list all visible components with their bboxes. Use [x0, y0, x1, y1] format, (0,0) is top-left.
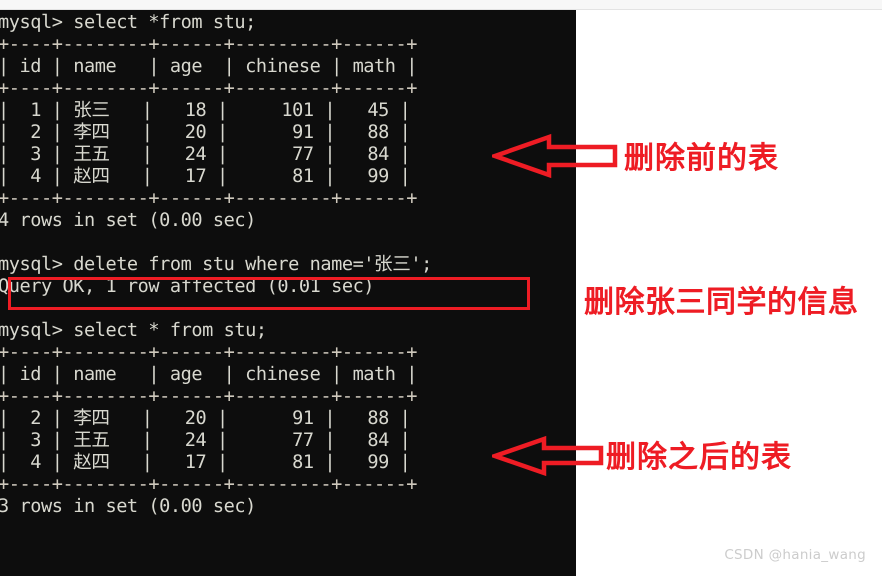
- result-status-after: 3 rows in set (0.00 sec): [0, 496, 256, 517]
- table-border-top: +----+--------+------+---------+------+: [0, 342, 418, 363]
- delete-result-line: Query OK, 1 row affected (0.01 sec): [0, 276, 375, 297]
- delete-command-line: mysql> delete from stu where name='张三';: [0, 254, 432, 275]
- annotation-delete-statement: 删除张三同学的信息: [584, 285, 859, 320]
- csdn-watermark: CSDN @hania_wang: [724, 547, 866, 563]
- terminal-line: mysql> select *from stu;: [0, 12, 256, 33]
- table-header-row: | id | name | age | chinese | math |: [0, 56, 418, 77]
- table-row: | 3 | 王五 | 24 | 77 | 84 |: [0, 430, 411, 451]
- window-title-bar-edge: [0, 0, 882, 10]
- table-border-bottom: +----+--------+------+---------+------+: [0, 474, 418, 495]
- table-row: | 2 | 李四 | 20 | 91 | 88 |: [0, 408, 411, 429]
- arrow-left-icon-after-table: [492, 435, 604, 477]
- terminal-window[interactable]: mysql> select *from stu; +----+--------+…: [0, 10, 576, 576]
- table-border-bottom: +----+--------+------+---------+------+: [0, 188, 418, 209]
- table-border-mid: +----+--------+------+---------+------+: [0, 386, 418, 407]
- table-header-row: | id | name | age | chinese | math |: [0, 364, 418, 385]
- result-status-before: 4 rows in set (0.00 sec): [0, 210, 256, 231]
- arrow-left-icon-before-table: [492, 133, 618, 179]
- annotation-after-table: 删除之后的表: [606, 440, 792, 475]
- table-row: | 4 | 赵四 | 17 | 81 | 99 |: [0, 166, 411, 187]
- terminal-line: mysql> select * from stu;: [0, 320, 267, 341]
- table-row: | 3 | 王五 | 24 | 77 | 84 |: [0, 144, 411, 165]
- terminal-output: mysql> select *from stu; +----+--------+…: [0, 12, 576, 518]
- table-border-top: +----+--------+------+---------+------+: [0, 34, 418, 55]
- table-row: | 1 | 张三 | 18 | 101 | 45 |: [0, 100, 411, 121]
- table-border-mid: +----+--------+------+---------+------+: [0, 78, 418, 99]
- table-row: | 4 | 赵四 | 17 | 81 | 99 |: [0, 452, 411, 473]
- table-row: | 2 | 李四 | 20 | 91 | 88 |: [0, 122, 411, 143]
- annotation-before-table: 删除前的表: [624, 141, 779, 176]
